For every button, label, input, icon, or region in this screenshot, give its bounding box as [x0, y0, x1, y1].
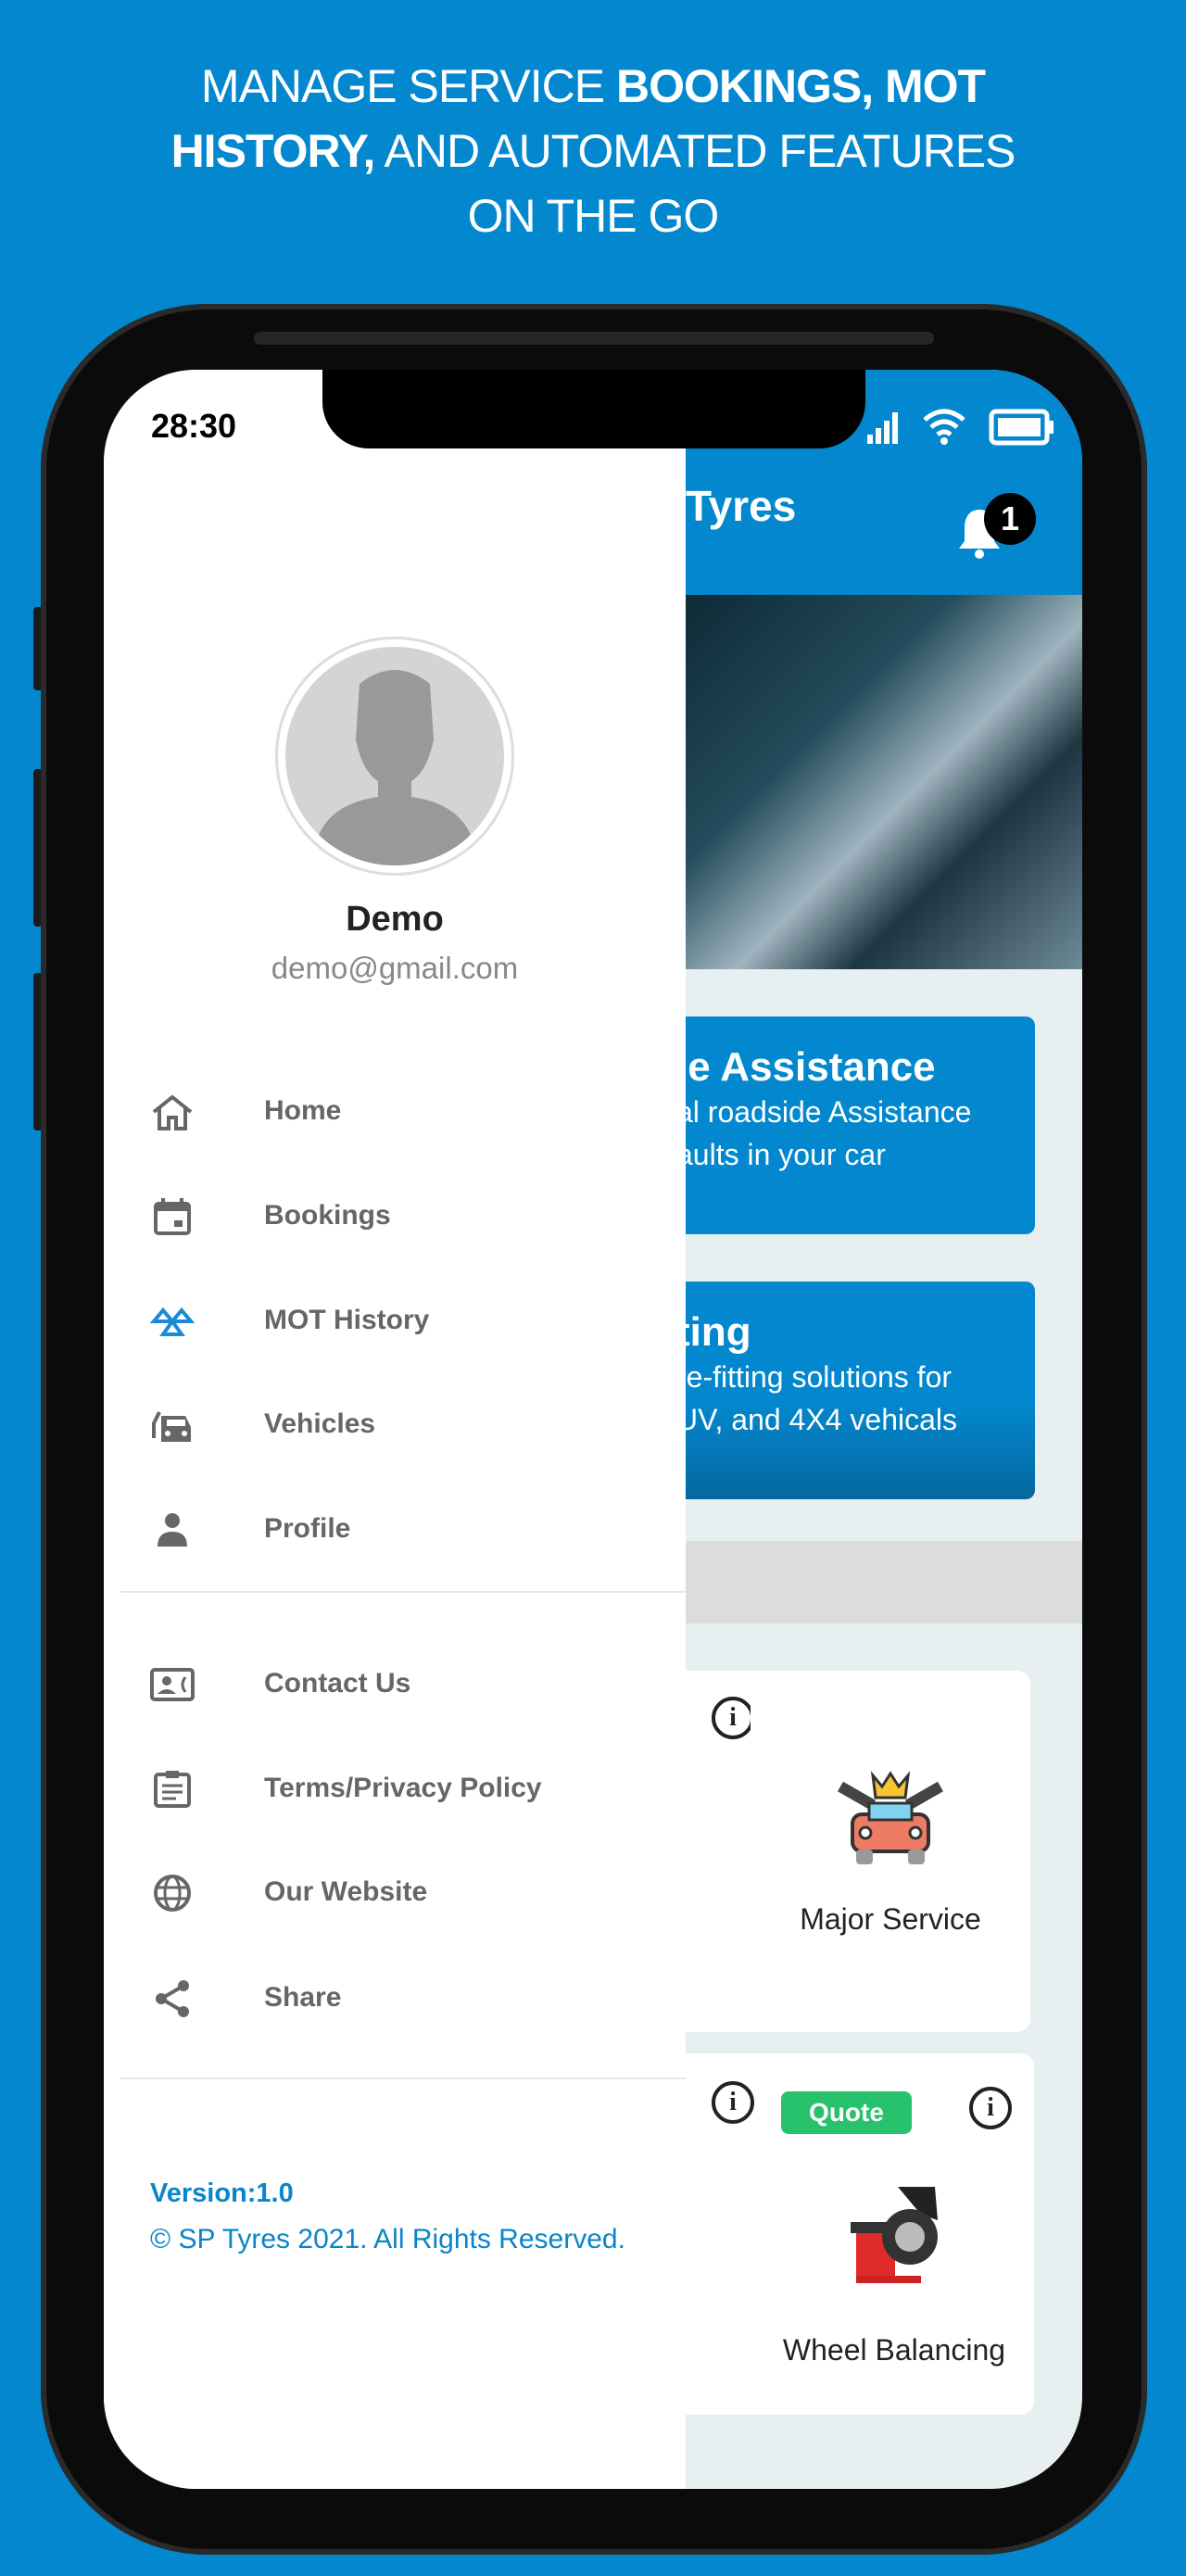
- notification-badge: 1: [984, 493, 1036, 545]
- globe-icon: [154, 1875, 191, 1912]
- drawer-item-label: Vehicles: [264, 1408, 376, 1439]
- drawer-item-label: Home: [264, 1095, 342, 1126]
- app-version: Version:1.0: [150, 2178, 294, 2208]
- section-header-band: [686, 1541, 1082, 1623]
- promo-text: re-fitting solutions for: [676, 1360, 953, 1394]
- hero-car-image: [686, 595, 1082, 969]
- drawer-item-label: MOT History: [264, 1305, 430, 1335]
- speaker-grill: [254, 332, 934, 345]
- info-icon[interactable]: i: [969, 2087, 1012, 2129]
- drawer-item-home[interactable]: Home: [104, 1075, 686, 1149]
- mot-icon: [150, 1307, 195, 1336]
- share-icon: [156, 1980, 189, 2017]
- service-card-major-service[interactable]: Major Service: [751, 1671, 1030, 2032]
- vehicles-icon: [152, 1411, 191, 1442]
- copyright: © SP Tyres 2021. All Rights Reserved.: [150, 2224, 625, 2254]
- drawer-item-profile[interactable]: Profile: [104, 1493, 686, 1567]
- quote-badge[interactable]: Quote: [781, 2091, 912, 2134]
- person-silhouette-icon: [313, 670, 476, 865]
- drawer-item-label: Profile: [264, 1513, 351, 1544]
- wheel-balancer-image: [847, 2183, 943, 2290]
- user-name: Demo: [346, 900, 444, 939]
- major-service-icon: [836, 1768, 945, 1875]
- drawer-item-bookings[interactable]: Bookings: [104, 1180, 686, 1254]
- drawer-item-label: Share: [264, 1982, 342, 2013]
- home-icon: [152, 1094, 193, 1130]
- divider: [120, 2077, 686, 2079]
- drawer-item-label: Bookings: [264, 1200, 391, 1231]
- drawer-item-label: Terms/Privacy Policy: [264, 1773, 542, 1803]
- service-card-wheel-balancing[interactable]: Quote i Wheel Balancing: [754, 2053, 1034, 2415]
- promo-text: UV, and 4X4 vehicals: [676, 1403, 958, 1436]
- battery-icon: [989, 409, 1055, 450]
- drawer-item-terms-privacy[interactable]: Terms/Privacy Policy: [104, 1752, 686, 1826]
- service-label: Wheel Balancing: [782, 2333, 1006, 2367]
- clipboard-icon: [154, 1771, 191, 1808]
- info-icon[interactable]: i: [712, 2081, 754, 2124]
- drawer-item-label: Contact Us: [264, 1668, 411, 1698]
- divider: [120, 1591, 686, 1593]
- navigation-drawer: 28:30 Demo demo@gmail.com Home Bookings …: [104, 370, 686, 2489]
- avatar[interactable]: [275, 637, 514, 876]
- headline-text: AND AUTOMATED FEATURES: [374, 125, 1016, 177]
- headline-bold: HISTORY,: [170, 125, 376, 177]
- promo-title: ting: [676, 1309, 751, 1355]
- user-email: demo@gmail.com: [271, 951, 519, 985]
- wifi-icon: [921, 407, 967, 450]
- notch: [322, 370, 865, 448]
- drawer-item-mot-history[interactable]: MOT History: [104, 1284, 686, 1358]
- service-label: Major Service: [800, 1902, 981, 1936]
- calendar-icon: [154, 1198, 191, 1235]
- promo-title: le Assistance: [676, 1044, 936, 1090]
- drawer-item-our-website[interactable]: Our Website: [104, 1856, 686, 1930]
- headline-text: ON THE GO: [467, 190, 720, 242]
- person-icon: [158, 1513, 187, 1547]
- promo-text: al roadside Assistance: [676, 1095, 972, 1129]
- contact-card-icon: [150, 1668, 195, 1701]
- phone-screen: Tyres 1 le Assistance al roadside Assist…: [104, 370, 1082, 2489]
- app-title: Tyres: [686, 482, 797, 530]
- promo-text: aults in your car: [676, 1138, 886, 1171]
- signal-icon: [865, 409, 902, 450]
- promo-headline: MANAGE SERVICE BOOKINGS, MOT HISTORY, AN…: [0, 54, 1186, 248]
- info-icon[interactable]: i: [712, 1697, 754, 1739]
- status-time: 28:30: [151, 407, 237, 445]
- headline-bold: BOOKINGS, MOT: [615, 60, 986, 112]
- headline-text: MANAGE SERVICE: [200, 60, 616, 112]
- drawer-item-contact-us[interactable]: Contact Us: [104, 1648, 686, 1722]
- drawer-item-share[interactable]: Share: [104, 1962, 686, 2036]
- drawer-item-vehicles[interactable]: Vehicles: [104, 1388, 686, 1462]
- drawer-item-label: Our Website: [264, 1876, 428, 1907]
